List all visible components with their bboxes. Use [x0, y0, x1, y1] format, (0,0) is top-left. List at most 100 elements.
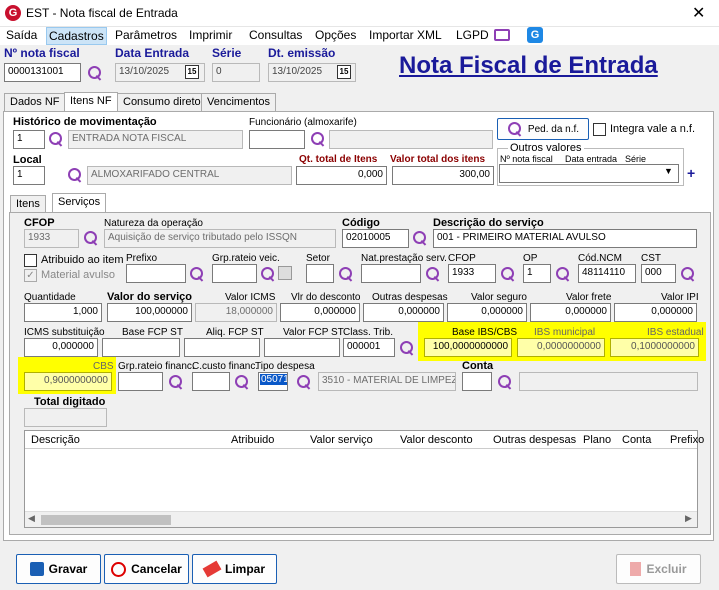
tipo-despesa-code-field[interactable]: 05071 [258, 372, 288, 391]
cancelar-button[interactable]: Cancelar [104, 554, 189, 584]
base-fcp-field[interactable] [102, 338, 180, 357]
total-digitado-label: Total digitado [34, 396, 106, 408]
valor-servico-field[interactable]: 100,000000 [107, 303, 192, 322]
search-icon[interactable] [189, 266, 205, 282]
search-icon[interactable] [425, 266, 441, 282]
gravar-button[interactable]: Gravar [16, 554, 101, 584]
search-icon[interactable] [48, 131, 64, 147]
icms-st-field[interactable]: 0,000000 [24, 338, 98, 357]
integra-checkbox[interactable] [593, 123, 606, 136]
scroll-thumb[interactable] [41, 515, 171, 525]
aliq-fcp-field[interactable] [184, 338, 260, 357]
grp-rateio-financ-field[interactable] [118, 372, 163, 391]
ncm-field[interactable]: 48114110 [578, 264, 636, 283]
cfop-field: 1933 [24, 229, 79, 248]
valor-frete-field[interactable]: 0,000000 [530, 303, 611, 322]
calendar-icon[interactable]: 15 [337, 65, 351, 79]
prefixo-field[interactable] [126, 264, 186, 283]
cfop2-field[interactable]: 1933 [448, 264, 496, 283]
limpar-label: Limpar [224, 562, 265, 576]
excluir-label: Excluir [646, 562, 687, 576]
funcionario-code-field[interactable] [249, 130, 305, 149]
horizontal-scrollbar[interactable]: ◀ ▶ [25, 511, 697, 527]
serie-field[interactable]: 0 [212, 63, 260, 82]
menu-consultas[interactable]: Consultas [249, 28, 302, 42]
tab-vencimentos[interactable]: Vencimentos [201, 93, 276, 112]
local-desc-field: ALMOXARIFADO CENTRAL [87, 166, 292, 185]
vlr-desconto-field[interactable]: 0,000000 [280, 303, 360, 322]
grp-rateio-financ-label: Grp.rateio financ. [118, 361, 195, 372]
local-label: Local [13, 154, 42, 166]
excluir-button[interactable]: Excluir [616, 554, 701, 584]
valor-ipi-field[interactable]: 0,000000 [614, 303, 697, 322]
ped-nf-button[interactable]: Ped. da n.f. [497, 118, 589, 140]
cst-field[interactable]: 000 [641, 264, 676, 283]
icms-st-label: ICMS substituição [24, 327, 105, 338]
valor-icms-field: 18,000000 [195, 303, 277, 322]
search-icon[interactable] [83, 230, 99, 246]
search-icon[interactable] [87, 65, 103, 81]
outros-valores-select[interactable] [499, 164, 679, 183]
search-icon[interactable] [412, 230, 428, 246]
scroll-right-icon[interactable]: ▶ [685, 513, 692, 524]
monitor-icon[interactable] [494, 29, 510, 41]
menu-imprimir[interactable]: Imprimir [189, 28, 232, 42]
chevron-down-icon[interactable]: ▼ [664, 166, 673, 176]
nat-prestacao-field[interactable] [361, 264, 421, 283]
outras-despesas-label: Outras despesas [372, 292, 448, 303]
conta-field[interactable] [462, 372, 492, 391]
search-icon[interactable] [310, 131, 326, 147]
search-icon[interactable] [338, 266, 354, 282]
quantidade-field[interactable]: 1,000 [24, 303, 102, 322]
valor-seguro-field[interactable]: 0,000000 [447, 303, 527, 322]
car-search-icon[interactable] [278, 266, 292, 280]
menu-importar-xml[interactable]: Importar XML [369, 28, 442, 42]
search-icon[interactable] [67, 167, 83, 183]
valor-fcp-field[interactable] [264, 338, 340, 357]
search-icon[interactable] [399, 340, 415, 356]
aliq-fcp-label: Aliq. FCP ST [206, 327, 264, 338]
search-icon[interactable] [555, 266, 571, 282]
grp-rateio-label: Grp.rateio veic. [212, 253, 280, 264]
search-icon[interactable] [168, 374, 184, 390]
base-ibs-label: Base IBS/CBS [452, 327, 518, 338]
outras-despesas-field[interactable]: 0,000000 [363, 303, 444, 322]
scroll-left-icon[interactable]: ◀ [28, 513, 35, 524]
close-icon[interactable]: ✕ [692, 3, 705, 23]
calendar-icon[interactable]: 15 [185, 65, 199, 79]
search-icon[interactable] [497, 374, 513, 390]
tab-dados-nf[interactable]: Dados NF [4, 93, 66, 112]
tab-servicos[interactable]: Serviços [52, 193, 107, 214]
local-code-field[interactable]: 1 [13, 166, 45, 185]
integra-label: Integra vale a n.f. [610, 123, 695, 135]
descricao-field[interactable]: 001 - PRIMEIRO MATERIAL AVULSO [433, 229, 697, 248]
menu-cadastros[interactable]: Cadastros [46, 27, 107, 45]
historico-code-field[interactable]: 1 [13, 130, 45, 149]
search-icon[interactable] [680, 266, 696, 282]
search-icon[interactable] [260, 266, 276, 282]
class-trib-field[interactable]: 000001 [343, 338, 395, 357]
ccusto-field[interactable] [192, 372, 230, 391]
page-title: Nota Fiscal de Entrada [399, 52, 658, 79]
codigo-field[interactable]: 02010005 [342, 229, 409, 248]
base-ibs-field[interactable]: 100,0000000000 [424, 338, 512, 357]
limpar-button[interactable]: Limpar [192, 554, 277, 584]
cst-label: CST [641, 253, 661, 264]
add-icon[interactable]: + [687, 165, 695, 181]
search-icon[interactable] [296, 374, 312, 390]
tab-itens-nf[interactable]: Itens NF [64, 92, 118, 113]
nf-number-field[interactable]: 0000131001 [4, 63, 81, 82]
setor-field[interactable] [306, 264, 334, 283]
menu-opcoes[interactable]: Opções [315, 28, 356, 42]
search-icon[interactable] [234, 374, 250, 390]
menu-saida[interactable]: Saída [6, 28, 37, 42]
op-field[interactable]: 1 [523, 264, 551, 283]
cfop2-label: CFOP [448, 253, 476, 264]
tab-consumo-direto[interactable]: Consumo direto [117, 93, 207, 112]
search-icon[interactable] [500, 266, 516, 282]
grp-rateio-field[interactable] [212, 264, 257, 283]
menu-lgpd[interactable]: LGPD [456, 28, 489, 42]
g-app-icon[interactable]: G [527, 27, 543, 43]
atribuido-checkbox[interactable] [24, 254, 37, 267]
menu-parametros[interactable]: Parâmetros [115, 28, 177, 42]
